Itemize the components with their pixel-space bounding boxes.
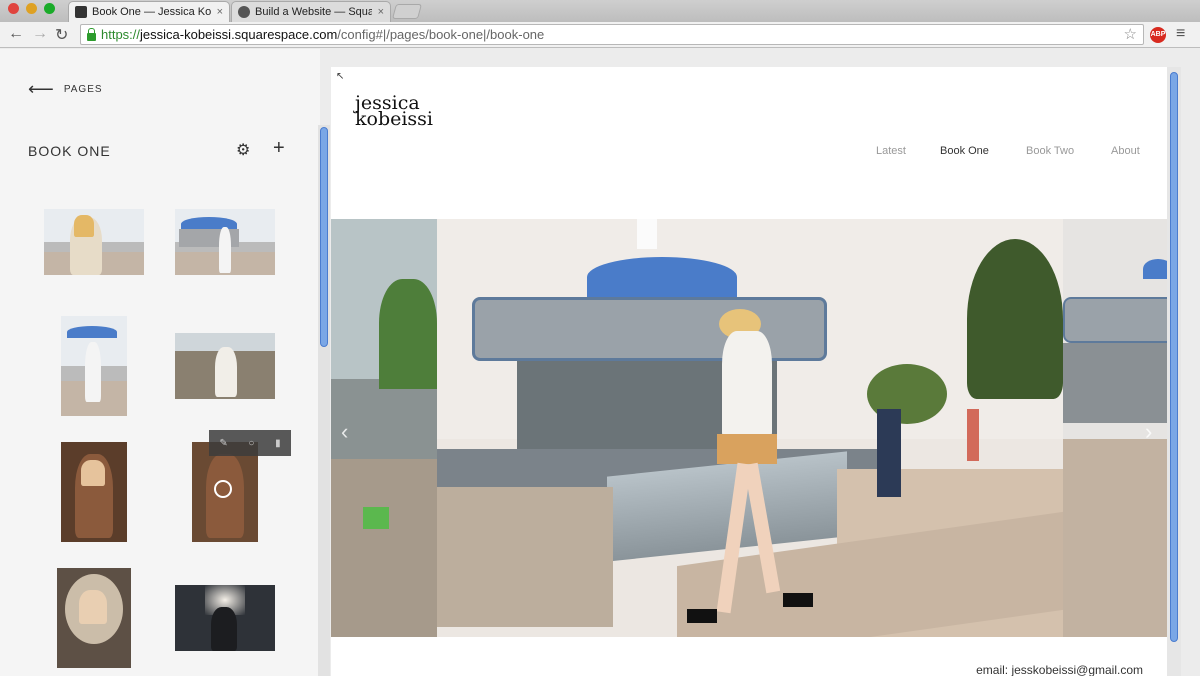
address-bar[interactable]: https:// jessica-kobeissi.squarespace.co… — [80, 24, 1144, 45]
plus-icon[interactable]: + — [273, 137, 285, 160]
chevron-left-icon[interactable]: ‹ — [341, 419, 348, 445]
browser-toolbar: ← → ↻ https:// jessica-kobeissi.squaresp… — [0, 22, 1200, 48]
lock-icon — [87, 27, 96, 41]
pages-panel: ⟵ PAGES BOOK ONE ⚙ + ✎ ○ ▮ — [0, 49, 320, 676]
edit-icon[interactable]: ✎ — [219, 438, 227, 449]
forward-arrow-icon[interactable]: → — [32, 25, 48, 43]
url-path: /config#|/pages/book-one|/book-one — [337, 27, 545, 42]
back-to-pages-link[interactable]: ⟵ PAGES — [28, 79, 103, 100]
tab-build-website[interactable]: Build a Website — Squares × — [231, 1, 391, 22]
back-label: PAGES — [63, 84, 103, 95]
footer-email: email: jesskobeissi@gmail.com — [976, 663, 1143, 676]
tab-title: Build a Website — Squares — [255, 6, 372, 18]
reload-icon[interactable]: ↻ — [55, 25, 68, 45]
cursor-arrow-icon: ↖ — [336, 71, 345, 82]
gallery-thumbnail[interactable] — [61, 442, 127, 542]
trash-icon[interactable]: ▮ — [275, 438, 281, 449]
adblock-extension-icon[interactable]: ABP — [1150, 27, 1166, 43]
tab-book-one[interactable]: Book One — Jessica Kobe × — [68, 1, 230, 22]
gallery-thumbnail[interactable] — [175, 209, 275, 275]
gallery-thumbnail[interactable] — [44, 209, 144, 275]
nav-link-book-two[interactable]: Book Two — [1026, 145, 1074, 157]
page-title: BOOK ONE — [28, 143, 111, 159]
site-logo[interactable]: jessica kobeissi — [355, 94, 475, 130]
gallery-thumbnail[interactable] — [61, 316, 127, 416]
tab-title: Book One — Jessica Kobe — [92, 6, 211, 18]
star-icon[interactable]: ☆ — [1124, 25, 1137, 43]
tab-close-icon[interactable]: × — [217, 6, 223, 18]
tab-close-icon[interactable]: × — [378, 6, 384, 18]
panel-scrollbar[interactable] — [318, 125, 330, 676]
gallery-thumbnail[interactable] — [175, 585, 275, 651]
slide-next — [1063, 219, 1169, 637]
hamburger-icon[interactable]: ≡ — [1176, 25, 1185, 43]
back-arrow-icon[interactable]: ← — [8, 25, 24, 43]
hero-image — [437, 219, 1063, 637]
close-window-button[interactable] — [8, 3, 19, 14]
nav-link-latest[interactable]: Latest — [876, 145, 906, 157]
nav-link-about[interactable]: About — [1111, 145, 1140, 157]
thumbnail-toolbar: ✎ ○ ▮ — [209, 430, 291, 456]
gear-icon[interactable]: ⚙ — [236, 140, 250, 160]
gallery-thumbnail[interactable] — [175, 333, 275, 399]
tab-strip: Book One — Jessica Kobe × Build a Websit… — [0, 0, 1200, 22]
minimize-window-button[interactable] — [26, 3, 37, 14]
gallery-thumbnail-selected[interactable] — [192, 442, 258, 542]
arrow-left-icon: ⟵ — [28, 79, 54, 99]
squarespace-favicon-icon — [75, 6, 87, 18]
url-scheme: https:// — [101, 27, 141, 42]
url-host: jessica-kobeissi.squarespace.com — [140, 27, 338, 42]
new-tab-button[interactable] — [391, 4, 423, 19]
focal-point-icon[interactable]: ○ — [248, 438, 254, 449]
nav-link-book-one[interactable]: Book One — [940, 145, 989, 157]
brand-line-2: kobeissi — [355, 108, 434, 130]
site-preview: ↖ jessica kobeissi Latest Book One Book … — [331, 67, 1169, 676]
chevron-right-icon[interactable]: › — [1145, 419, 1152, 445]
squarespace-favicon-icon — [238, 6, 250, 18]
zoom-window-button[interactable] — [44, 3, 55, 14]
gallery-thumbnail[interactable] — [57, 568, 131, 668]
preview-scrollbar[interactable] — [1167, 67, 1181, 676]
